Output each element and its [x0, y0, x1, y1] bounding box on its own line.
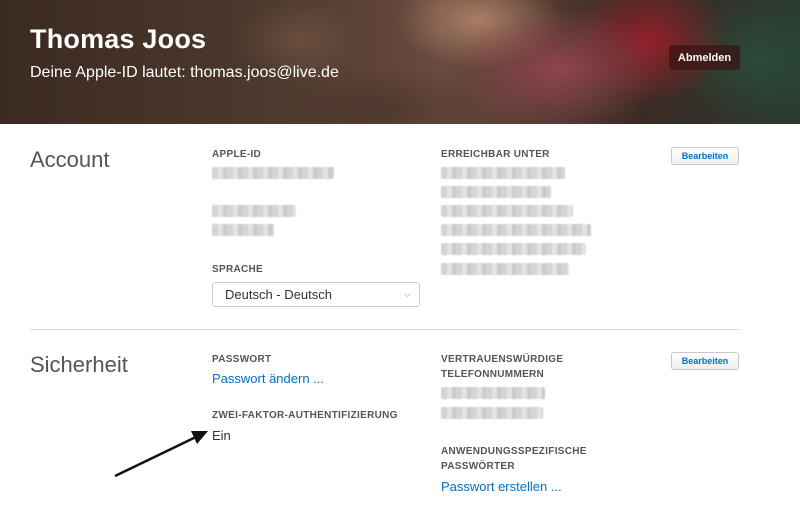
two-factor-status: Ein [212, 428, 231, 443]
password-label: PASSWORT [212, 354, 272, 365]
section-divider [30, 329, 740, 330]
trusted-number-1-redacted [441, 387, 545, 399]
account-section-title: Account [30, 147, 110, 172]
two-factor-label: ZWEI-FAKTOR-AUTHENTIFIZIERUNG [212, 410, 398, 421]
user-name: Thomas Joos [30, 24, 207, 54]
security-section-title: Sicherheit [30, 352, 128, 377]
language-label: SPRACHE [212, 264, 263, 275]
reachable-email-3-redacted [441, 205, 573, 217]
logout-button[interactable]: Abmelden [669, 45, 740, 70]
account-edit-button[interactable]: Bearbeiten [671, 147, 739, 165]
reachable-email-2-redacted [441, 186, 551, 198]
apple-id-label: APPLE-ID [212, 149, 262, 160]
reachable-email-5-redacted [441, 243, 586, 255]
trusted-number-2-redacted [441, 407, 543, 419]
reachable-email-1-redacted [441, 167, 565, 179]
reachable-label: ERREICHBAR UNTER [441, 149, 550, 160]
security-edit-button[interactable]: Bearbeiten [671, 352, 739, 370]
language-select-value: Deutsch - Deutsch [225, 287, 332, 302]
create-password-link[interactable]: Passwort erstellen ... [441, 479, 562, 494]
reachable-email-6-redacted [441, 263, 569, 275]
apple-id-subtitle: Deine Apple-ID lautet: thomas.joos@live.… [30, 64, 339, 81]
profile-header: Thomas Joos Deine Apple-ID lautet: thoma… [0, 0, 800, 124]
chevron-down-icon: ⌵ [404, 289, 411, 299]
apple-id-value-redacted [212, 167, 334, 179]
birthdate-value-redacted [212, 224, 274, 236]
reachable-email-4-redacted [441, 224, 591, 236]
change-password-link[interactable]: Passwort ändern ... [212, 371, 324, 386]
birthdate-label-redacted [212, 205, 296, 217]
trusted-numbers-label: VERTRAUENSWÜRDIGE TELEFONNUMMERN [441, 354, 564, 380]
language-select[interactable]: Deutsch - Deutsch ⌵ [212, 282, 420, 307]
app-passwords-label: ANWENDUNGSSPEZIFISCHE PASSWÖRTER [441, 446, 587, 472]
